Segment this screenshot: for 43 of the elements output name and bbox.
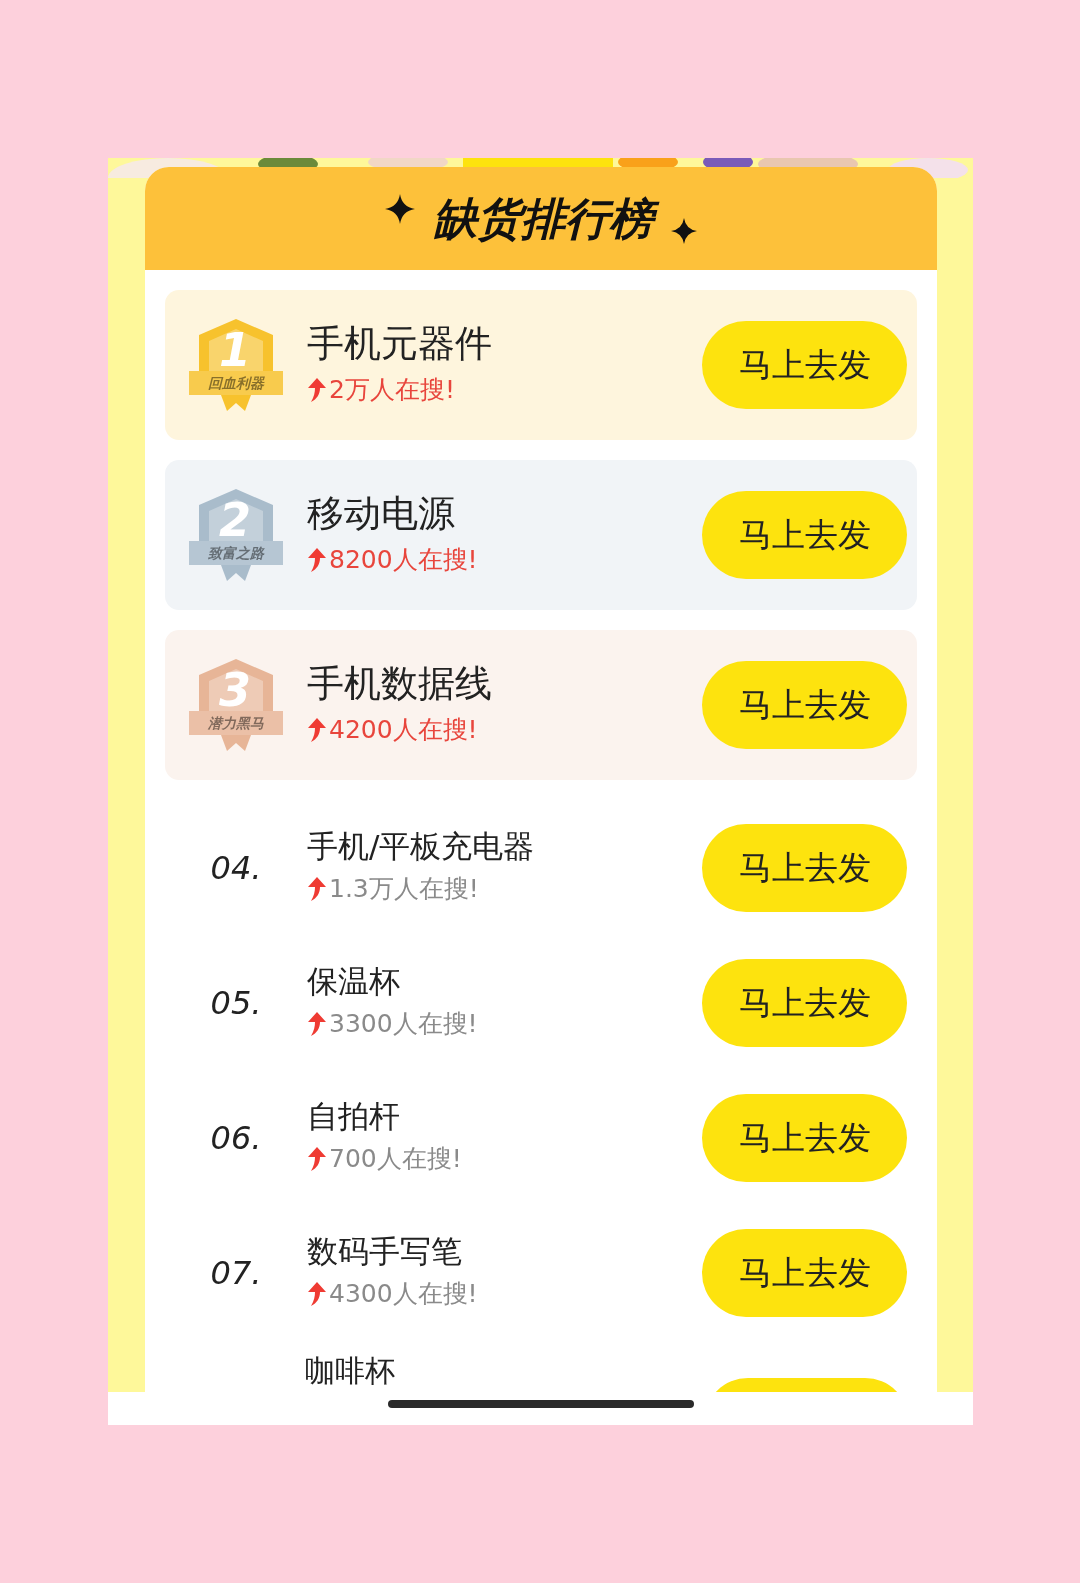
sparkle-icon — [671, 217, 697, 244]
product-name: 手机元器件 — [307, 321, 492, 368]
publish-button[interactable]: 马上去发 — [702, 1093, 907, 1182]
rank-number: 3 — [219, 667, 251, 713]
product-name: 手机数据线 — [307, 661, 492, 708]
publish-button[interactable]: 马上去发 — [702, 491, 907, 579]
up-arrow-icon — [307, 717, 327, 744]
sparkle-icon — [385, 193, 415, 224]
rank-number: 04. — [209, 847, 263, 889]
search-count: 4200人在搜! — [329, 714, 478, 747]
product-name: 手机/平板充电器 — [307, 827, 535, 867]
up-arrow-icon — [307, 1280, 327, 1307]
search-count: 4300人在搜! — [329, 1278, 478, 1311]
ranking-title: 缺货排行榜 — [427, 191, 659, 246]
rank-number: 06. — [209, 1117, 263, 1159]
search-count: 700人在搜! — [329, 1143, 462, 1176]
up-arrow-icon — [307, 1010, 327, 1037]
search-count: 1.3万人在搜! — [329, 873, 479, 906]
search-count: 2万人在搜! — [329, 374, 455, 407]
up-arrow-icon — [307, 547, 327, 574]
publish-button[interactable]: 马上去发 — [702, 1228, 907, 1317]
up-arrow-icon — [307, 1145, 327, 1172]
search-count: 3300人在搜! — [329, 1008, 478, 1041]
medal-ribbon: 致富之路 — [189, 541, 283, 565]
rank-number: 05. — [209, 982, 263, 1024]
product-name: 保温杯 — [307, 962, 401, 1002]
medal-ribbon: 回血利器 — [189, 371, 283, 395]
home-indicator[interactable] — [387, 1400, 694, 1408]
search-count: 8200人在搜! — [329, 544, 478, 577]
publish-button[interactable]: 马上去发 — [702, 661, 907, 749]
product-name: 数码手写笔 — [307, 1232, 463, 1272]
product-name: 咖啡杯 — [305, 1352, 395, 1390]
up-arrow-icon — [307, 875, 327, 902]
rank-number: 2 — [219, 497, 251, 543]
up-arrow-icon — [307, 377, 327, 404]
publish-button[interactable]: 马上去发 — [702, 321, 907, 409]
rank-number: 1 — [219, 327, 251, 373]
product-name: 移动电源 — [307, 491, 456, 538]
product-name: 自拍杆 — [307, 1097, 401, 1137]
publish-button[interactable]: 马上去发 — [702, 958, 907, 1047]
rank-number: 07. — [209, 1252, 263, 1294]
publish-button[interactable]: 马上去发 — [702, 823, 907, 912]
medal-ribbon: 潜力黑马 — [189, 711, 283, 735]
